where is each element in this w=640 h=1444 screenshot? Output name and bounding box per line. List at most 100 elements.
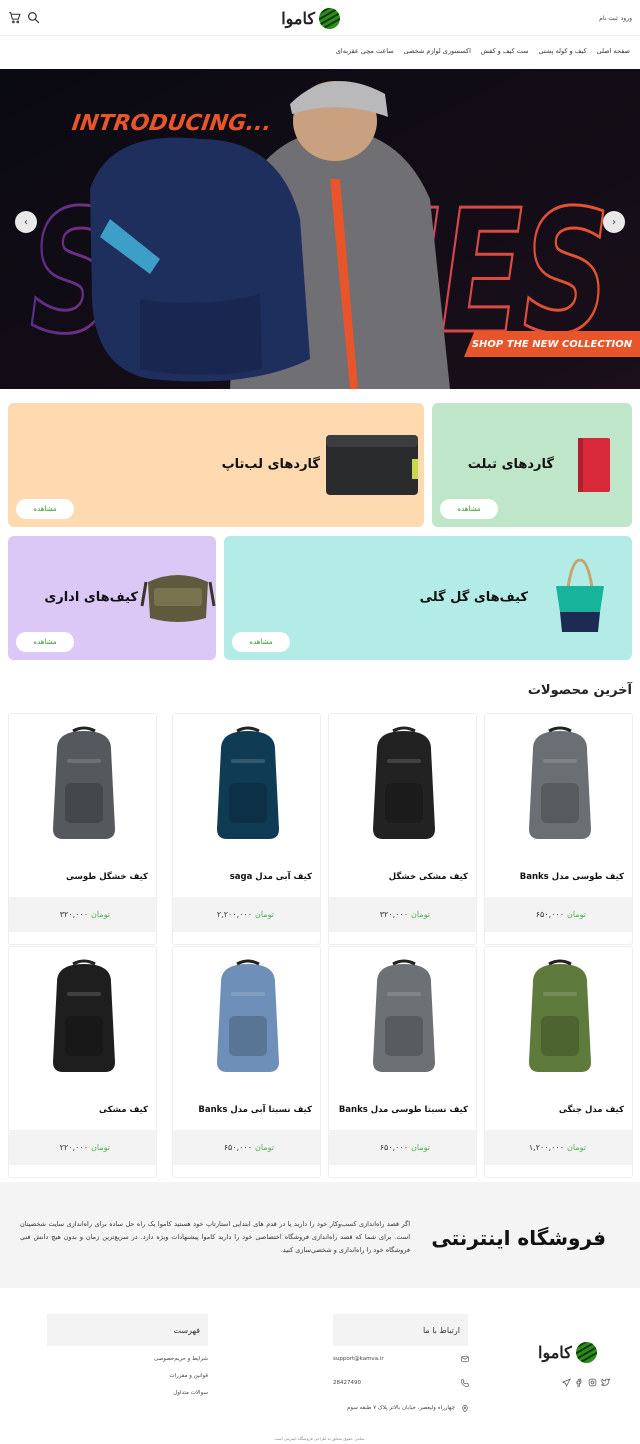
product-currency: تومان <box>567 910 586 919</box>
product-image[interactable] <box>329 947 476 1087</box>
header-icons <box>8 11 40 24</box>
product-currency: تومان <box>255 910 274 919</box>
category-view-button[interactable]: مشاهده <box>16 499 74 519</box>
product-name[interactable]: کیف نسبتا طوسی مدل Banks <box>339 1105 468 1115</box>
copyright-text: تمامی حقوق متعلق به طراحی فروشگاه اینترن… <box>274 1436 366 1441</box>
product-price-row: ۶۵۰,۰۰۰ تومان <box>329 1130 476 1165</box>
login-link[interactable]: ورود <box>621 15 632 22</box>
product-card[interactable]: کیف مدل جنگی ۱,۲۰۰,۰۰۰ تومان <box>484 946 633 1178</box>
telegram-icon[interactable] <box>562 1378 571 1387</box>
product-card[interactable]: کیف آبی مدل saga ۲,۲۰۰,۰۰۰ تومان <box>172 713 321 945</box>
contact-phone[interactable]: 28427490 <box>333 1380 361 1386</box>
category-card-office-bags[interactable]: کیف‌های اداری مشاهده <box>8 536 216 660</box>
product-price-row: ۱,۲۰۰,۰۰۰ تومان <box>485 1130 632 1165</box>
product-price-row: ۶۵۰,۰۰۰ تومان <box>485 897 632 932</box>
nav-item-bag-shoe-set[interactable]: ست کیف و کفش <box>481 47 529 55</box>
product-price: ۱,۲۰۰,۰۰۰ <box>528 1143 565 1152</box>
product-currency: تومان <box>411 1143 430 1152</box>
site-header: ورود ثبت نام کاموا <box>0 0 640 36</box>
hero-slider[interactable]: STORIES INTRODUCING... SHOP THE NEW COLL… <box>0 69 640 389</box>
product-name[interactable]: کیف نسبتا آبی مدل Banks <box>198 1105 312 1115</box>
product-price: ۳۲۰,۰۰۰ <box>59 910 89 919</box>
product-currency: تومان <box>91 1143 110 1152</box>
floral-bag-image <box>556 558 604 632</box>
product-card[interactable]: کیف نسبتا طوسی مدل Banks ۶۵۰,۰۰۰ تومان <box>328 946 477 1178</box>
product-card[interactable]: کیف نسبتا آبی مدل Banks ۶۵۰,۰۰۰ تومان <box>172 946 321 1178</box>
category-title: کیف‌های اداری <box>44 590 138 605</box>
nav-item-home[interactable]: صفحه اصلی <box>597 47 630 55</box>
product-name[interactable]: کیف طوسی مدل Banks <box>520 872 624 882</box>
category-title: گاردهای تبلت <box>467 457 554 472</box>
footer-link-terms[interactable]: قوانین و مقررات <box>169 1373 208 1379</box>
footer-logo-mark-icon <box>575 1342 597 1363</box>
product-currency: تومان <box>255 1143 274 1152</box>
product-image[interactable] <box>173 714 320 854</box>
footer-logo[interactable]: کاموا <box>538 1342 597 1363</box>
category-view-button[interactable]: مشاهده <box>232 632 290 652</box>
register-link[interactable]: ثبت نام <box>599 15 618 22</box>
site-logo[interactable]: کاموا <box>262 7 340 29</box>
category-card-floral-bags[interactable]: کیف‌های گل گلی مشاهده <box>224 536 632 660</box>
tablet-guard-image <box>578 438 610 492</box>
product-price: ۶۵۰,۰۰۰ <box>223 1143 253 1152</box>
logo-mark-icon <box>319 7 340 29</box>
product-image[interactable] <box>485 947 632 1087</box>
product-card[interactable]: کیف مشکی ۲۲۰,۰۰۰ تومان <box>8 946 157 1178</box>
logo-text: کاموا <box>281 8 315 28</box>
footer-link-privacy[interactable]: شرایط و حریم‌خصوصی <box>154 1356 208 1362</box>
product-price-row: ۲,۲۰۰,۰۰۰ تومان <box>173 897 320 932</box>
product-name[interactable]: کیف مدل جنگی <box>559 1105 624 1115</box>
category-title: کیف‌های گل گلی <box>419 590 528 605</box>
product-price: ۳۲۰,۰۰۰ <box>379 910 409 919</box>
category-title: گاردهای لب‌تاپ <box>221 457 320 472</box>
product-card[interactable]: کیف مشکی خشگل ۳۲۰,۰۰۰ تومان <box>328 713 477 945</box>
product-currency: تومان <box>567 1143 586 1152</box>
about-title: فروشگاه اینترنتی <box>431 1226 606 1250</box>
latest-products-title: آخرین محصولات <box>527 683 632 698</box>
product-currency: تومان <box>91 910 110 919</box>
about-section: فروشگاه اینترنتی اگر قصد راه‌اندازی کسب‌… <box>0 1182 640 1288</box>
location-icon <box>462 1405 468 1413</box>
product-price: ۲۲۰,۰۰۰ <box>59 1143 89 1152</box>
about-text: اگر قصد راه‌اندازی کسب‌وکار خود را دارید… <box>20 1220 410 1254</box>
nav-item-accessories[interactable]: اکسسوری لوازم شخصی <box>404 47 471 55</box>
footer-link-faq[interactable]: سوالات متداول <box>173 1390 208 1396</box>
category-card-tablet-guards[interactable]: گاردهای تبلت مشاهده <box>432 403 632 527</box>
search-icon[interactable] <box>27 11 40 24</box>
nav-item-watches[interactable]: ساعت مچی عقربه‌ای <box>336 47 394 55</box>
instagram-icon[interactable] <box>588 1378 597 1387</box>
email-icon <box>461 1356 469 1362</box>
product-card[interactable]: کیف طوسی مدل Banks ۶۵۰,۰۰۰ تومان <box>484 713 633 945</box>
hero-next-arrow-icon[interactable]: › <box>603 211 625 233</box>
contact-email[interactable]: support@kamva.ir <box>333 1356 384 1362</box>
category-view-button[interactable]: مشاهده <box>440 499 498 519</box>
product-name[interactable]: کیف آبی مدل saga <box>230 872 312 882</box>
hero-headline: INTRODUCING... <box>70 111 274 136</box>
product-image[interactable] <box>9 714 156 854</box>
main-nav: صفحه اصلی کیف و کوله پشتی ست کیف و کفش ا… <box>336 47 630 55</box>
product-image[interactable] <box>329 714 476 854</box>
social-links <box>562 1378 610 1387</box>
product-currency: تومان <box>411 910 430 919</box>
nav-item-bags[interactable]: کیف و کوله پشتی <box>539 47 587 55</box>
product-image[interactable] <box>173 947 320 1087</box>
hero-prev-arrow-icon[interactable]: ‹ <box>15 211 37 233</box>
laptop-guard-image <box>326 435 418 495</box>
category-view-button[interactable]: مشاهده <box>16 632 74 652</box>
product-name[interactable]: کیف خشگل طوسی <box>66 872 148 882</box>
twitter-icon[interactable] <box>601 1378 610 1387</box>
product-price: ۶۵۰,۰۰۰ <box>379 1143 409 1152</box>
product-price: ۶۵۰,۰۰۰ <box>535 910 565 919</box>
product-name[interactable]: کیف مشکی خشگل <box>389 872 468 882</box>
facebook-icon[interactable] <box>575 1378 584 1387</box>
cart-icon[interactable] <box>8 11 21 24</box>
contact-address: چهارراه ولیعصر، خیابان بالاتر پلاک ۷ طبق… <box>346 1405 455 1411</box>
product-card[interactable]: کیف خشگل طوسی ۳۲۰,۰۰۰ تومان <box>8 713 157 945</box>
product-image[interactable] <box>485 714 632 854</box>
hero-cta[interactable]: SHOP THE NEW COLLECTION <box>464 331 640 357</box>
product-image[interactable] <box>9 947 156 1087</box>
product-price-row: ۳۲۰,۰۰۰ تومان <box>329 897 476 932</box>
product-name[interactable]: کیف مشکی <box>99 1105 148 1115</box>
category-card-laptop-guards[interactable]: گاردهای لب‌تاپ مشاهده <box>8 403 424 527</box>
phone-icon <box>461 1379 469 1387</box>
